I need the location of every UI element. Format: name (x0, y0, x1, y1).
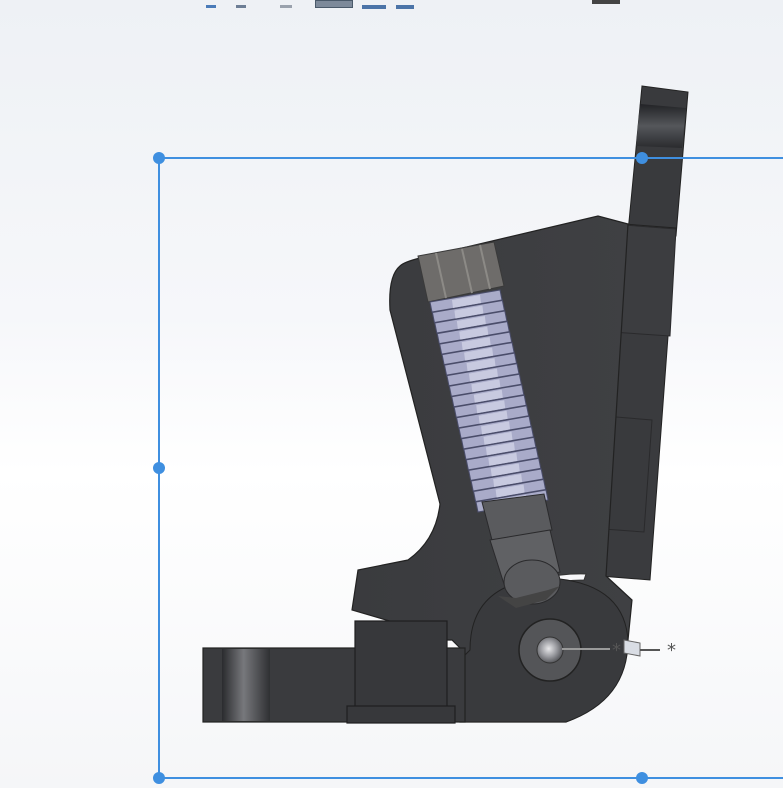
graphics-viewport[interactable]: * * (0, 0, 783, 788)
axis-star-1: * (612, 640, 621, 661)
clamp-block[interactable] (346, 620, 456, 724)
selection-handle[interactable] (153, 462, 165, 474)
selection-handle[interactable] (636, 772, 648, 784)
selection-handle[interactable] (636, 152, 648, 164)
model-view: * * (153, 85, 783, 784)
selection-handle[interactable] (153, 152, 165, 164)
axis-star-2: * (667, 640, 676, 661)
selection-handle[interactable] (153, 772, 165, 784)
